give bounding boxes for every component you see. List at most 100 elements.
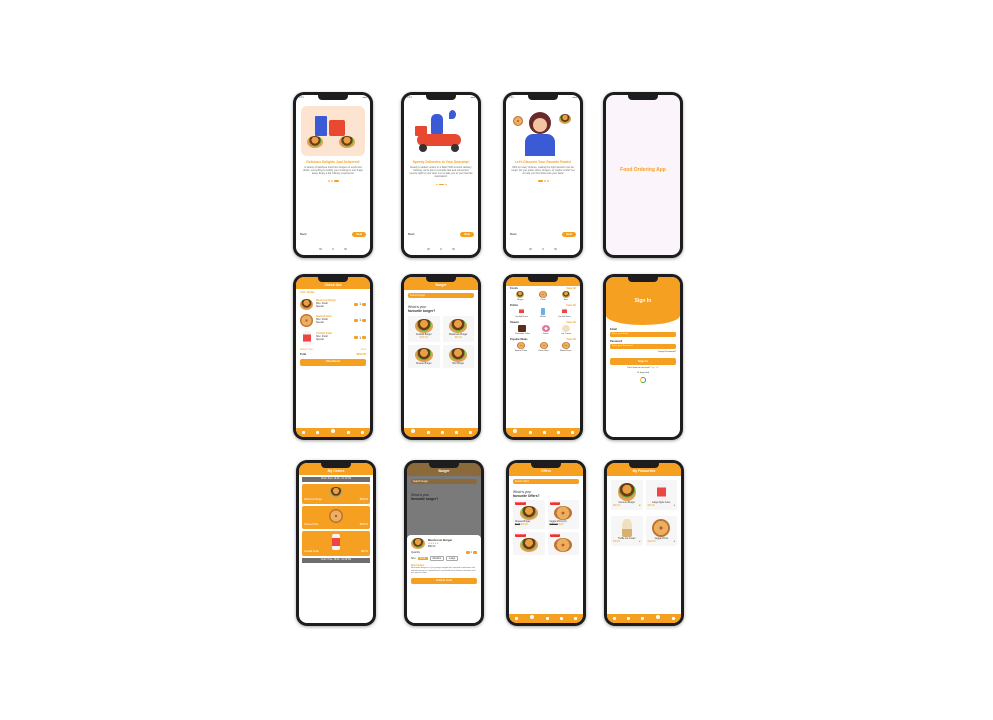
cart-icon[interactable]: [440, 431, 444, 434]
heart-icon[interactable]: ♥: [639, 541, 640, 544]
add-to-cart-button[interactable]: Add to Cart: [411, 577, 477, 585]
home-icon[interactable]: [409, 427, 416, 434]
search-input[interactable]: Search burger: [408, 293, 474, 299]
quantity-stepper[interactable]: 1: [354, 336, 366, 340]
favourites-icon[interactable]: [557, 431, 561, 434]
category-item[interactable]: Burger: [516, 291, 525, 302]
total-label: Total: [300, 352, 307, 356]
heart-icon[interactable]: ♥: [674, 541, 675, 544]
size-large[interactable]: Large: [446, 556, 459, 561]
offer-card[interactable]: 15% OFF Cheese Burger $160 $90.00: [513, 500, 545, 530]
email-field[interactable]: Enter your Email: [610, 332, 676, 338]
search-input[interactable]: Search burger: [411, 479, 477, 485]
product-card[interactable]: Mini Burger: [442, 345, 474, 369]
signin-button[interactable]: Sign In: [610, 358, 676, 365]
next-button[interactable]: Next: [562, 231, 576, 237]
home-icon[interactable]: [612, 617, 616, 620]
offers-icon[interactable]: [528, 431, 532, 434]
next-button[interactable]: Next: [352, 231, 366, 237]
category-item[interactable]: Taco: [561, 291, 570, 302]
category-item[interactable]: Mixed Pizza: [560, 341, 571, 353]
size-small[interactable]: Small: [417, 557, 428, 560]
category-item[interactable]: Water: [540, 308, 546, 319]
cart-icon[interactable]: [640, 617, 644, 620]
view-all-link[interactable]: View All: [566, 338, 576, 341]
food-illustration: [301, 106, 365, 156]
eating-illustration: [511, 106, 575, 156]
onboarding-title: Delicious Delights Just Delivered!: [306, 160, 360, 164]
product-card[interactable]: Cocktail Burger $125.00: [408, 316, 440, 343]
profile-icon[interactable]: [574, 617, 578, 620]
view-all-link[interactable]: View All: [566, 321, 576, 324]
offers-icon[interactable]: [426, 431, 430, 434]
heart-icon[interactable]: ♥: [639, 505, 640, 508]
phone-checkout: Check Out Your Order Mushroom Burger Siz…: [293, 274, 373, 440]
favourites-icon[interactable]: [455, 431, 459, 434]
offer-card[interactable]: 15% OFF: [547, 532, 579, 555]
cart-icon[interactable]: [545, 617, 549, 620]
order-item[interactable]: Cheese Pizza $350.00: [302, 505, 370, 529]
home-icon[interactable]: [514, 617, 518, 620]
password-field[interactable]: Enter your Password: [610, 344, 676, 350]
offers-screen: Offers Search offers What is your favour…: [509, 463, 583, 623]
category-item[interactable]: Cocktail Juice: [515, 308, 528, 319]
category-item[interactable]: Pizza Slice: [539, 341, 549, 353]
quantity-stepper[interactable]: 1: [354, 302, 366, 306]
home-icon[interactable]: [301, 431, 305, 434]
profile-icon[interactable]: [469, 431, 473, 434]
offers-icon[interactable]: [528, 613, 535, 620]
heart-icon[interactable]: ♥: [674, 505, 675, 508]
email-label: Email: [610, 328, 617, 331]
favourites-icon[interactable]: [655, 613, 662, 620]
favourite-card[interactable]: Veggie Pizza $100.00 ♥: [645, 515, 677, 546]
next-button[interactable]: Next: [460, 231, 474, 237]
quantity-stepper[interactable]: 1: [465, 551, 477, 554]
quantity-stepper[interactable]: 1: [354, 318, 366, 322]
phone-my-orders: My Orders Order Time: 19:06 - 01:11 PM M…: [296, 460, 376, 626]
phone-splash: Food Ordering App: [603, 92, 683, 258]
category-item[interactable]: Chocolate Cake: [515, 324, 530, 336]
offer-card[interactable]: 15% OFF: [513, 532, 545, 555]
size-medium[interactable]: Medium: [429, 556, 445, 561]
favourite-card[interactable]: Gourmet Burger $90.00 ♥: [611, 480, 643, 510]
back-button[interactable]: Back: [510, 232, 517, 237]
view-all-link[interactable]: View All: [566, 304, 576, 307]
favourite-card[interactable]: Large Apple Juice $45.00 ♥: [645, 480, 677, 510]
category-item[interactable]: Pizza: [538, 291, 547, 302]
google-icon[interactable]: [640, 377, 646, 384]
offers-icon[interactable]: [315, 431, 319, 434]
product-card[interactable]: Mushroom Burger $90.00: [442, 316, 474, 343]
signup-link[interactable]: Sign Up: [651, 367, 659, 369]
heading-line-2: favourite burger?: [411, 497, 439, 502]
product-card[interactable]: Cheese Burger: [408, 345, 440, 369]
favourites-icon[interactable]: [347, 431, 351, 434]
category-item[interactable]: Donut: [541, 324, 550, 336]
phone-favourites: My Favourites Gourmet Burger $90.00 ♥ Larg…: [604, 460, 684, 626]
onboarding-screen-2: 9:41 ●●● Speedy Deliveries to Your Doorst…: [404, 95, 478, 255]
favourites-icon[interactable]: [560, 617, 564, 620]
order-item[interactable]: Cocktail Small $80.00: [302, 530, 370, 556]
offers-icon[interactable]: [626, 617, 630, 620]
profile-icon[interactable]: [361, 431, 365, 434]
offer-card[interactable]: 20% OFF Veggie Pizza (S) $180.00 $125: [547, 500, 579, 530]
password-label: Password: [610, 340, 623, 344]
back-button[interactable]: Back: [300, 232, 307, 237]
profile-icon[interactable]: [672, 617, 676, 620]
category-item[interactable]: Ice Cream: [561, 324, 571, 336]
profile-icon[interactable]: [571, 431, 575, 434]
order-item[interactable]: Mushroom Burger $250.00: [302, 484, 370, 504]
view-all-link[interactable]: View All: [566, 287, 576, 290]
or-login-label: Or login with: [636, 371, 650, 374]
cart-icon[interactable]: [329, 427, 336, 434]
checkout-button[interactable]: Checkout: [300, 358, 366, 366]
search-input[interactable]: Search offers: [513, 479, 579, 485]
home-icon[interactable]: [511, 427, 518, 434]
cart-icon[interactable]: [542, 431, 546, 434]
back-button[interactable]: Back: [408, 232, 415, 237]
forgot-password-link[interactable]: Forget Password?: [606, 350, 680, 355]
heading-line-2: favourite burger?: [408, 309, 436, 314]
onboarding-text: Ready to deliver orders in a flash! With…: [409, 166, 473, 179]
category-item[interactable]: Cocktail Juice: [558, 308, 571, 319]
category-item[interactable]: Special Pizza: [515, 341, 527, 353]
favourite-card[interactable]: Truffle Ice Cream $35.00 ♥: [611, 515, 643, 546]
